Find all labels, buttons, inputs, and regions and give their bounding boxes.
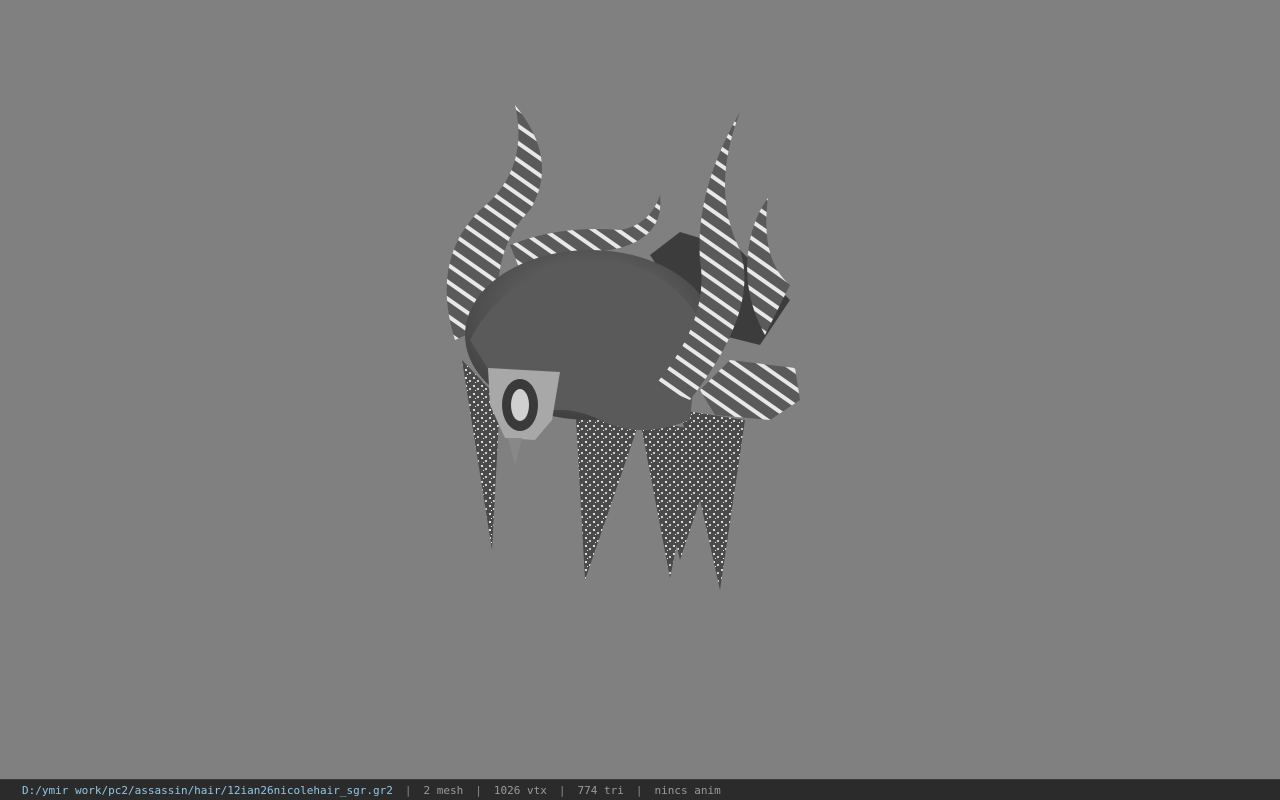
vertex-count: 1026 vtx [493,783,547,797]
status-separator: | [558,783,566,797]
animation-status: nincs anim [654,783,721,797]
horn-curl [700,360,800,420]
file-path: D:/ymir work/pc2/assassin/hair/12ian26ni… [22,783,393,797]
status-separator: | [404,783,412,797]
status-separator: | [475,783,482,797]
status-separator: | [635,783,643,797]
mesh-count: 2 mesh [423,783,464,797]
triangle-count: 774 tri [577,783,624,797]
ornament-center [511,389,529,421]
status-bar: D:/ymir work/pc2/assassin/hair/12ian26ni… [0,779,1280,800]
ornament-drop [508,438,522,465]
3d-viewport[interactable] [0,0,1280,779]
hair-model-render [446,105,800,590]
